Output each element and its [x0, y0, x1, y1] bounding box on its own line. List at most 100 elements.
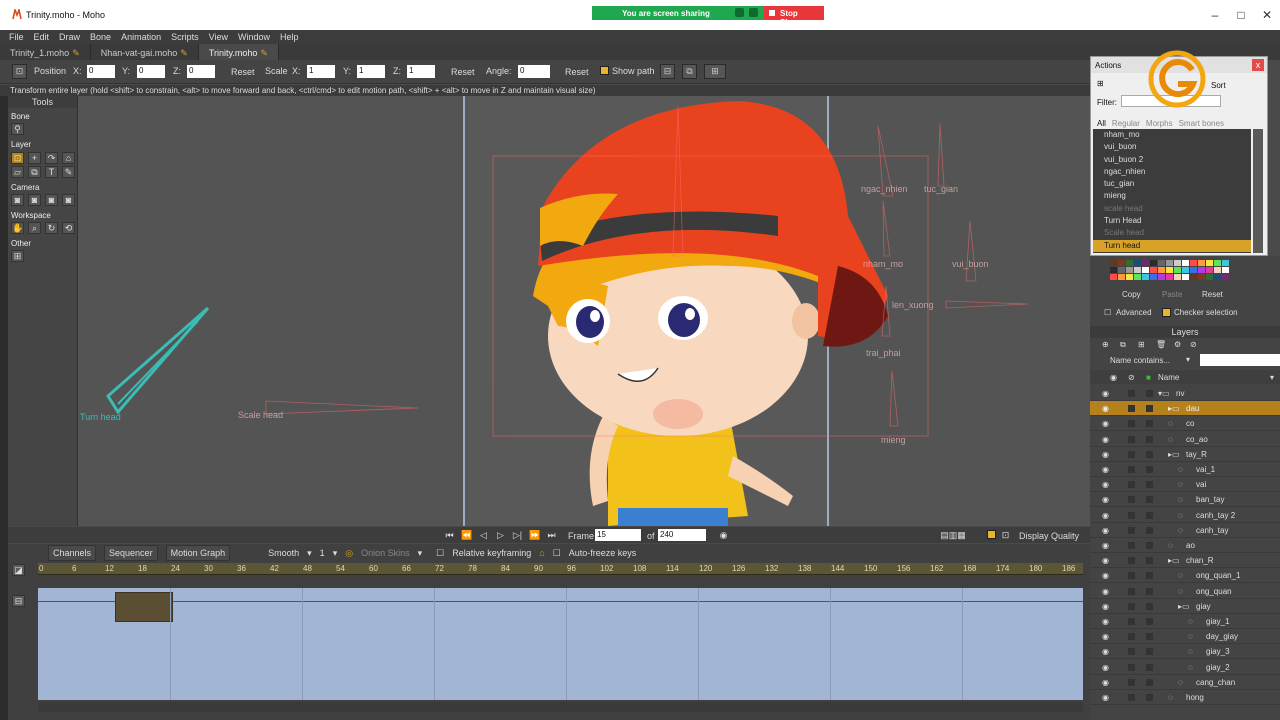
interpolation-select[interactable]: Smooth	[268, 548, 299, 558]
color-tag[interactable]	[1146, 694, 1153, 701]
display-quality-checkbox[interactable]	[987, 530, 996, 539]
color-swatch[interactable]	[1222, 267, 1229, 273]
bone-label-len-xuong[interactable]: len_xuong	[892, 300, 934, 310]
color-swatch[interactable]	[1118, 274, 1125, 280]
lock-toggle[interactable]	[1128, 678, 1135, 686]
color-tag[interactable]	[1146, 572, 1153, 580]
color-swatch[interactable]	[1150, 274, 1157, 280]
bone-label-ngac-nhien[interactable]: ngac_nhien	[861, 184, 908, 194]
layer-row[interactable]: ◉ ▾▭ nv	[1090, 386, 1280, 401]
layer-row[interactable]: ◉ ◌ ao	[1090, 538, 1280, 553]
layer-row[interactable]: ◉ ◌ hong	[1090, 690, 1280, 705]
color-swatch[interactable]	[1158, 274, 1165, 280]
menu-draw[interactable]: Draw	[59, 30, 80, 44]
action-item-selected[interactable]: Turn head	[1093, 239, 1251, 252]
layer-row[interactable]: ◉ ▸▭ tay_R	[1090, 447, 1280, 462]
color-swatch[interactable]	[1182, 260, 1189, 266]
menu-animation[interactable]: Animation	[121, 30, 161, 44]
eye-icon[interactable]: ◉	[1102, 480, 1114, 489]
minimize-button[interactable]: –	[1208, 8, 1222, 22]
chevron-down-icon[interactable]: ▾	[418, 548, 423, 559]
pen-tool-icon[interactable]: ✎	[62, 166, 75, 178]
color-tag[interactable]	[1146, 557, 1153, 565]
lock-toggle[interactable]	[1128, 390, 1135, 397]
layer-options-icon[interactable]: ⊞	[704, 64, 726, 79]
layer-row[interactable]: ◉ ◌ giay_3	[1090, 644, 1280, 660]
color-swatch[interactable]	[1142, 274, 1149, 280]
color-swatch[interactable]	[1110, 274, 1117, 280]
view-layout-icon[interactable]: ▤▥▦	[933, 530, 973, 540]
angle-reset-button[interactable]: Reset	[561, 65, 593, 78]
eye-icon[interactable]: ◉	[1102, 465, 1114, 474]
advanced-checkbox[interactable]: ☐	[1104, 308, 1111, 317]
color-tag[interactable]	[1146, 648, 1153, 656]
doc-tab-trinity[interactable]: Trinity.moho ✎	[198, 44, 279, 60]
flip-icon[interactable]: ⧉	[682, 64, 697, 79]
lock-toggle[interactable]	[1128, 526, 1135, 534]
color-swatch[interactable]	[1110, 267, 1117, 273]
lock-toggle[interactable]	[1128, 420, 1135, 428]
shear-tool-icon[interactable]: ⌂	[62, 152, 75, 164]
menu-edit[interactable]: Edit	[34, 30, 50, 44]
interp-count[interactable]: 1	[320, 548, 325, 558]
new-layer-icon[interactable]: ⊕	[1102, 340, 1109, 349]
prev-keyframe-icon[interactable]: ⏪	[461, 530, 472, 540]
eye-icon[interactable]: ◉	[1102, 495, 1114, 504]
channel-icon[interactable]: ⊟	[12, 595, 25, 607]
bone-label-mieng[interactable]: mieng	[881, 435, 906, 445]
color-tag[interactable]	[1146, 542, 1153, 549]
checker-selection-checkbox[interactable]	[1162, 308, 1171, 317]
menu-view[interactable]: View	[209, 30, 228, 44]
tab-motion-graph[interactable]: Motion Graph	[165, 545, 231, 561]
color-swatch[interactable]	[1222, 260, 1229, 266]
eye-icon[interactable]: ◉	[1102, 571, 1114, 580]
color-swatch[interactable]	[1190, 274, 1197, 280]
transform-layer-icon[interactable]: ⊡	[12, 64, 27, 79]
total-frames-input[interactable]: 240	[658, 529, 706, 541]
color-swatches[interactable]	[1110, 260, 1234, 284]
layer-filter-select[interactable]: Name contains...	[1110, 356, 1170, 365]
reset-style-button[interactable]: Reset	[1202, 290, 1223, 299]
layer-row[interactable]: ◉ ◌ cang_chan	[1090, 675, 1280, 690]
color-tag[interactable]	[1146, 450, 1153, 458]
bone-label-turn-head[interactable]: Turn head	[80, 412, 121, 422]
onion-skin-icon[interactable]: ◎	[345, 548, 353, 559]
color-tag[interactable]	[1146, 633, 1153, 641]
position-x-input[interactable]: 0	[87, 65, 115, 78]
color-swatch[interactable]	[1158, 267, 1165, 273]
chevron-down-icon[interactable]: ▾	[1186, 355, 1190, 364]
zoom-icon[interactable]: ⌕	[28, 222, 41, 234]
mic-icon[interactable]	[749, 8, 758, 17]
color-swatch[interactable]	[1222, 274, 1229, 280]
color-swatch[interactable]	[1126, 260, 1133, 266]
step-back-icon[interactable]: ◁	[478, 530, 489, 540]
lock-icon[interactable]: ⊞	[11, 250, 24, 262]
color-tag[interactable]	[1146, 663, 1153, 671]
stop-share-button[interactable]: Stop Share	[764, 6, 824, 27]
lock-toggle[interactable]	[1128, 450, 1135, 458]
menu-scripts[interactable]: Scripts	[171, 30, 199, 44]
rotate-layer-tool-icon[interactable]: ↷	[45, 152, 58, 164]
action-item[interactable]: Scale head	[1093, 227, 1251, 239]
layer-settings-icon[interactable]: ⚙	[1174, 340, 1181, 349]
timeline-track[interactable]	[38, 588, 1095, 700]
bone-label-vui-buon[interactable]: vui_buon	[952, 259, 989, 269]
color-tag[interactable]	[1146, 618, 1153, 625]
display-quality-label[interactable]: Display Quality	[1019, 531, 1079, 541]
maximize-button[interactable]: □	[1234, 8, 1248, 22]
color-swatch[interactable]	[1118, 267, 1125, 273]
eye-icon[interactable]: ◉	[1102, 526, 1114, 535]
eye-icon[interactable]: ◉	[1102, 435, 1114, 444]
color-swatch[interactable]	[1134, 267, 1141, 273]
color-swatch[interactable]	[1142, 267, 1149, 273]
autofreeze-icon[interactable]: ⌂	[539, 548, 544, 558]
lock-toggle[interactable]	[1128, 694, 1135, 701]
layer-row[interactable]: ◉ ◌ vai	[1090, 477, 1280, 493]
eye-icon[interactable]: ◉	[1102, 678, 1114, 687]
layer-row[interactable]: ◉ ◌ vai_1	[1090, 462, 1280, 477]
name-column-label[interactable]: Name	[1158, 373, 1179, 382]
color-tag[interactable]	[1146, 678, 1153, 686]
bone-label-scale-head[interactable]: Scale head	[238, 410, 283, 420]
eye-icon[interactable]: ◉	[1102, 647, 1114, 656]
bone-label-nham-mo[interactable]: nham_mo	[863, 259, 903, 269]
